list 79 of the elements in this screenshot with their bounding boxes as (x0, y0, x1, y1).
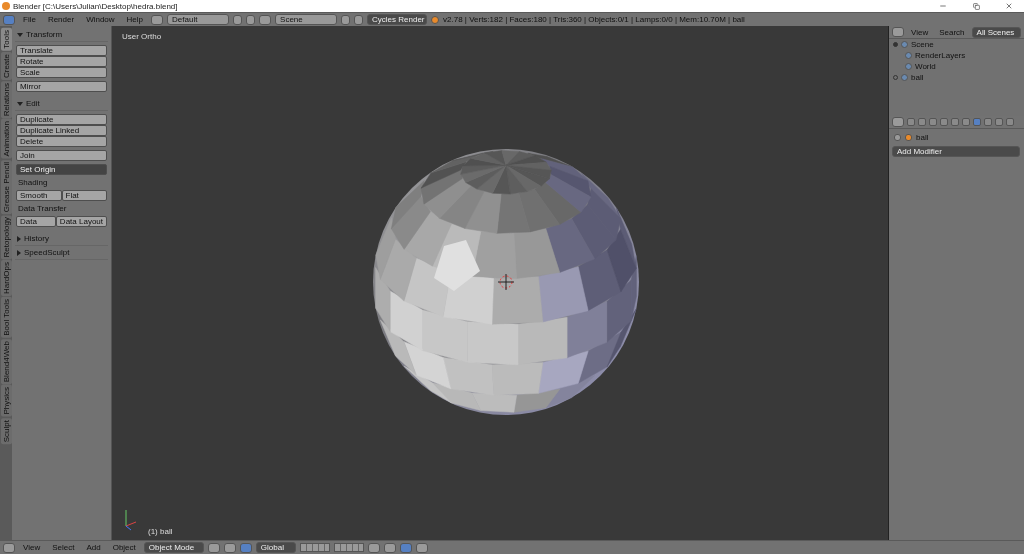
menu-item[interactable]: Search (935, 27, 969, 37)
scene-stats: v2.78 | Verts:182 | Faces:180 | Tris:360 | Objects:0/1 | Lamps:0/0 | Mem:10.70M | ball (443, 15, 745, 24)
properties-tab-icon[interactable] (929, 118, 937, 126)
menu-item[interactable]: View (907, 27, 933, 37)
filter-dropdown[interactable]: All Scenes (971, 26, 1021, 38)
dropdown[interactable]: Set Origin (16, 164, 107, 175)
menu-item[interactable]: View (19, 543, 45, 552)
tool-button[interactable]: Delete (16, 136, 107, 147)
panel-title[interactable]: Edit (26, 99, 40, 108)
view-name: User Ortho (122, 32, 162, 41)
tool-button[interactable]: Duplicate (16, 114, 107, 125)
properties-tab-icon[interactable] (940, 118, 948, 126)
properties-tab-icon[interactable] (1006, 118, 1014, 126)
object-name: ball (916, 133, 929, 142)
tool-tab[interactable]: Sculpt (0, 417, 12, 445)
tool-tab[interactable]: HardOps (0, 260, 12, 297)
expand-toggle[interactable] (893, 42, 898, 47)
tool-tab[interactable]: Retopology (0, 214, 12, 260)
outliner-item[interactable]: Scene (911, 40, 934, 49)
tool-button[interactable]: Scale (16, 67, 107, 78)
tool-button[interactable]: Translate (16, 45, 107, 56)
layer-grid[interactable] (333, 543, 364, 552)
tool-tab[interactable]: Physics (0, 385, 12, 417)
layer-grid[interactable] (299, 543, 330, 552)
disclosure-triangle-icon[interactable] (17, 101, 23, 106)
panel-title[interactable]: Transform (26, 30, 63, 39)
orientation-dropdown[interactable]: Global (255, 542, 296, 553)
disclosure-triangle-icon[interactable] (17, 235, 21, 242)
tool-button[interactable]: Data (16, 216, 56, 227)
panel-title[interactable]: History (24, 234, 49, 243)
properties-tab-icon[interactable] (962, 118, 970, 126)
menu-item[interactable]: Add (82, 543, 105, 552)
render-engine-dropdown[interactable]: Cycles Render (367, 14, 428, 25)
menu-item[interactable]: Window (82, 15, 119, 24)
tool-button[interactable]: Duplicate Linked (16, 125, 107, 136)
tool-button[interactable]: Smooth (16, 190, 62, 201)
menu-item[interactable]: Help (122, 15, 148, 24)
menu-item[interactable]: Select (48, 543, 79, 552)
tool-button[interactable]: Rotate (16, 56, 107, 67)
properties-tab-icon[interactable] (951, 118, 959, 126)
scene-field[interactable]: Scene (275, 14, 338, 25)
tool-button[interactable]: Mirror (16, 81, 107, 92)
tool-tab[interactable]: Tools (0, 28, 12, 51)
tool-tab[interactable]: Bool Tools (0, 297, 12, 339)
axis-icon (125, 509, 137, 531)
outliner-item[interactable]: World (915, 62, 936, 71)
panel-title[interactable]: SpeedSculpt (24, 248, 70, 257)
tool-tab[interactable]: Blend4Web (0, 339, 12, 385)
add-modifier-dropdown[interactable]: Add Modifier (892, 146, 1020, 157)
properties-tab-icon[interactable] (973, 118, 981, 126)
tool-tab[interactable]: Grease Pencil (0, 159, 12, 214)
tool-button[interactable]: Join (16, 150, 107, 161)
app-logo-icon (2, 2, 10, 10)
tool-button[interactable]: Data Layout (55, 216, 107, 227)
menu-item[interactable]: Render (43, 15, 79, 24)
outliner-item[interactable]: RenderLayers (915, 51, 966, 60)
object-icon (905, 134, 912, 141)
section-label: Data Transfer (17, 204, 68, 213)
menu-item[interactable]: Object (108, 543, 140, 552)
mode-dropdown[interactable]: Object Mode (143, 542, 204, 553)
properties-tab-icon[interactable] (907, 118, 915, 126)
layout-field[interactable]: Default (167, 14, 230, 25)
tool-tab[interactable]: Animation (0, 119, 12, 159)
minimize-icon (939, 2, 947, 10)
disclosure-triangle-icon[interactable] (17, 32, 23, 37)
object-label: (1) ball (148, 527, 173, 536)
cursor-icon (497, 273, 515, 291)
tool-button[interactable]: Flat (61, 190, 107, 201)
disclosure-triangle-icon[interactable] (17, 249, 21, 256)
menu-item[interactable]: File (19, 15, 40, 24)
section-label: Shading (17, 178, 49, 187)
tool-tab[interactable]: Relations (0, 80, 12, 119)
properties-tab-icon[interactable] (918, 118, 926, 126)
window-title: Blender [C:\Users\Julian\Desktop\hedra.blend] (13, 1, 179, 11)
properties-tab-icon[interactable] (984, 118, 992, 126)
restore-icon (972, 2, 980, 10)
outliner-item[interactable]: ball (911, 73, 924, 82)
properties-tab-icon[interactable] (995, 118, 1003, 126)
tool-tab[interactable]: Create (0, 51, 12, 80)
